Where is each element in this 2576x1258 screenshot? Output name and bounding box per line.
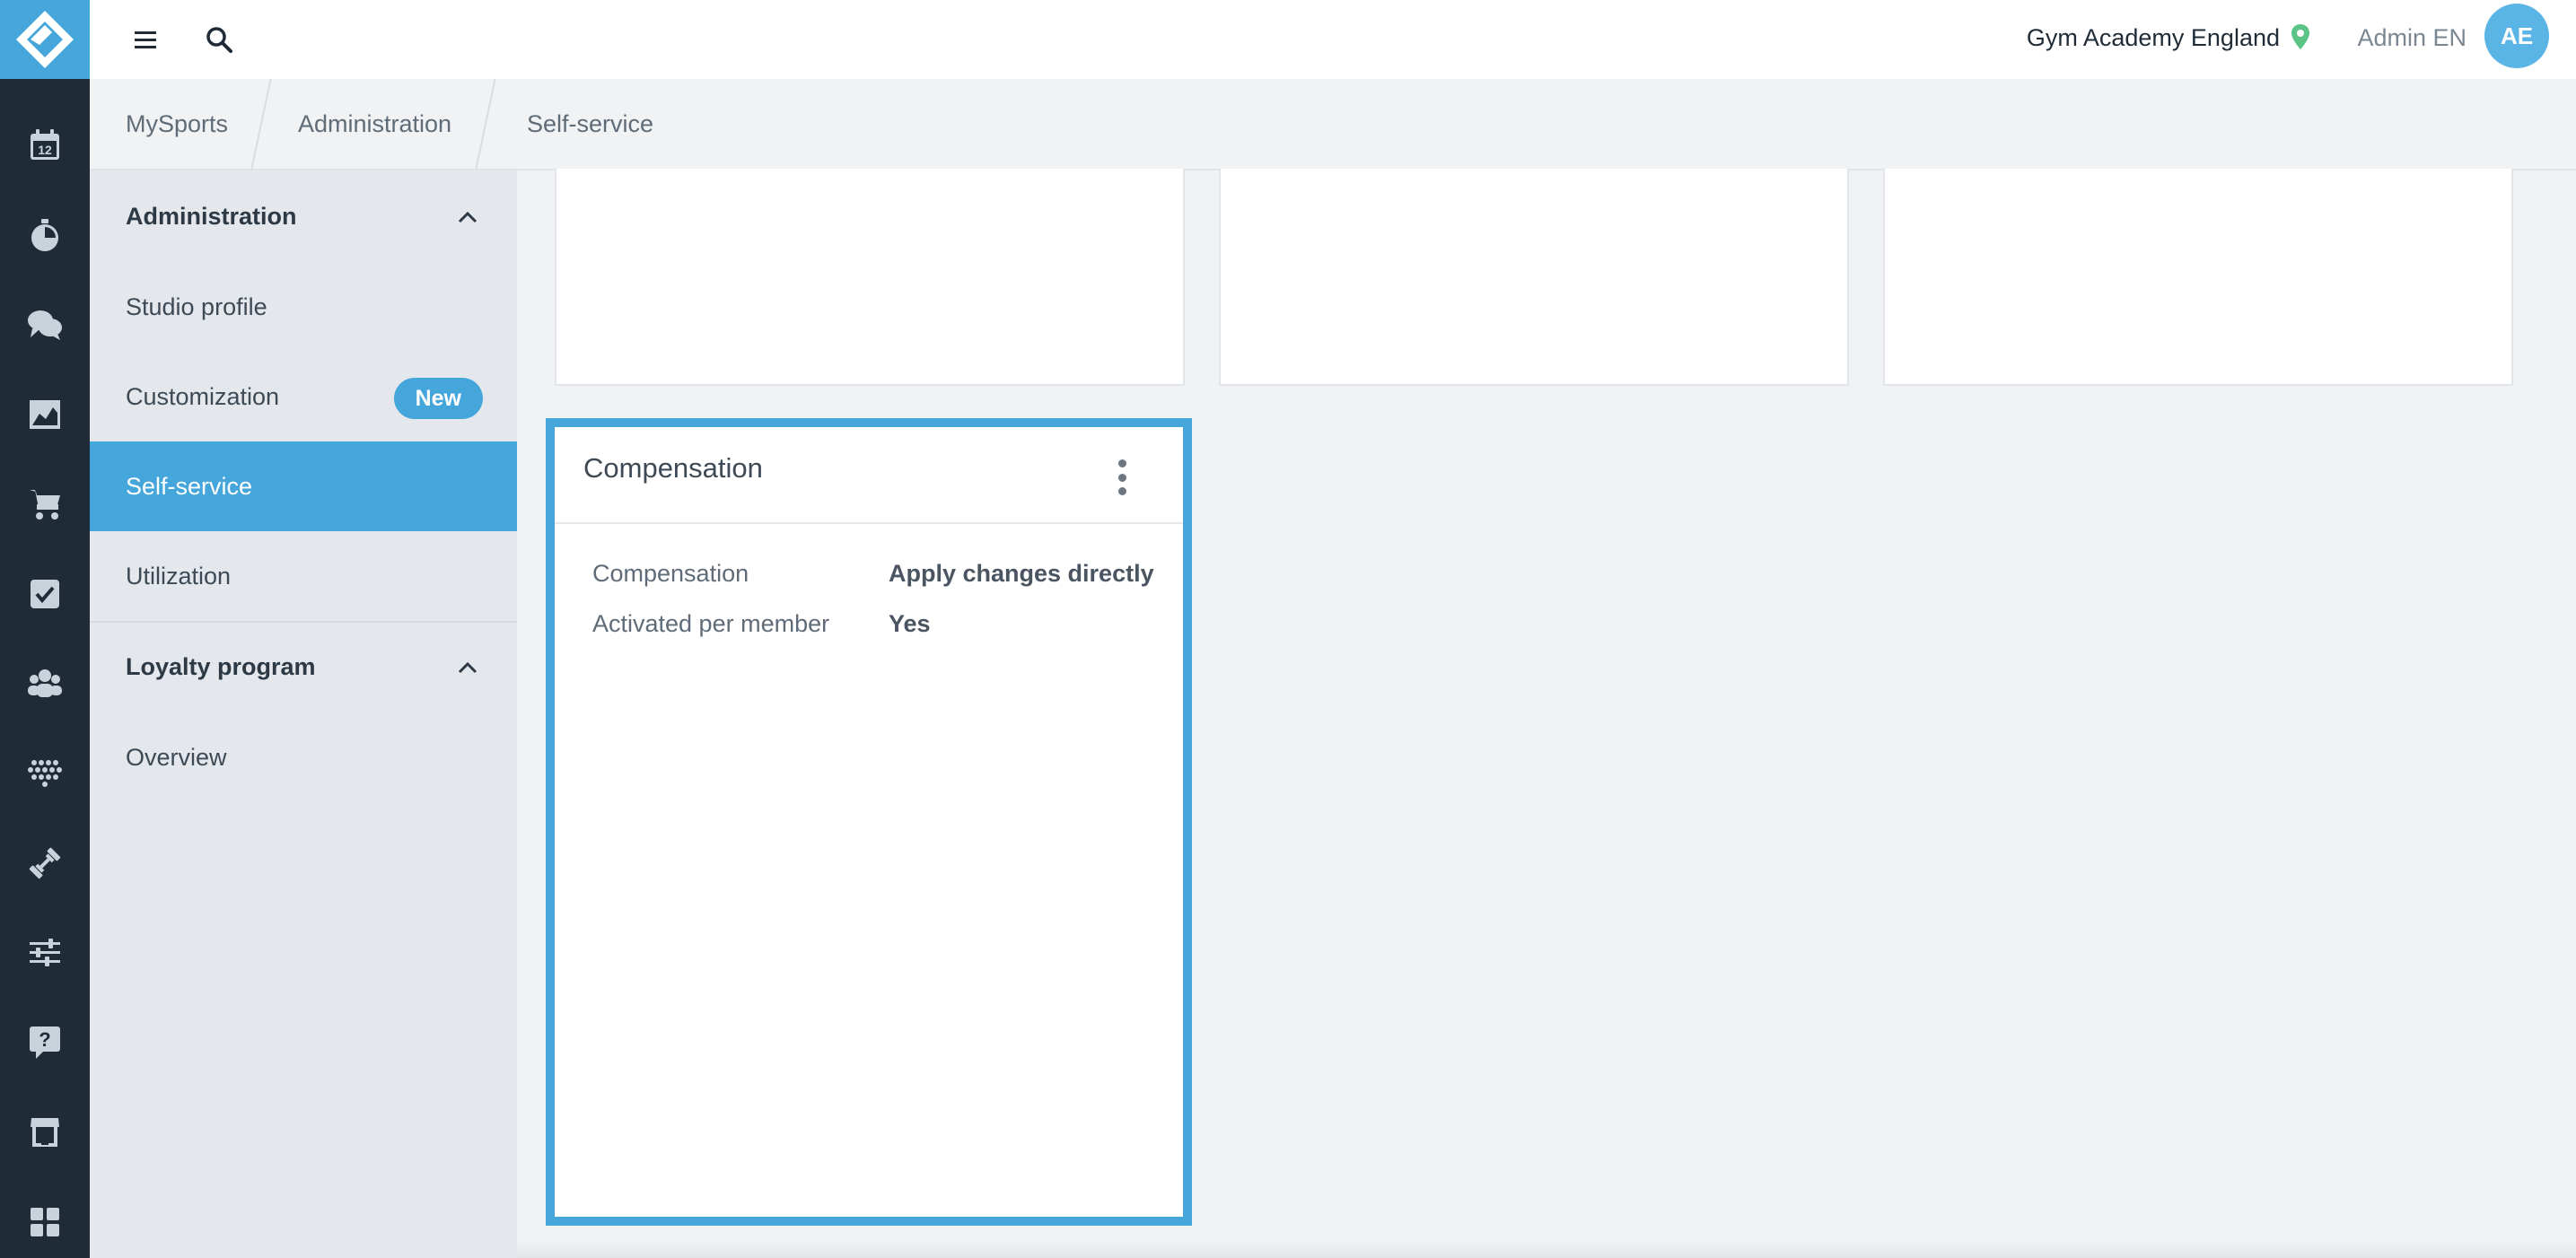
sidebar-item-label: Customization — [126, 383, 280, 410]
sidebar-group-administration[interactable]: Administration — [126, 203, 297, 231]
studio-selector[interactable]: Gym Academy England — [2027, 20, 2280, 56]
compensation-card[interactable]: Compensation Compensation Apply changes … — [546, 418, 1192, 1226]
help-icon[interactable]: ? — [25, 1023, 65, 1062]
card-title: Compensation — [583, 452, 763, 484]
setting-value: Yes — [889, 610, 931, 637]
page-bottom-shadow — [517, 1240, 2576, 1258]
top-bar: Gym Academy England Admin EN AE — [90, 0, 2576, 79]
breadcrumb-mysports[interactable]: MySports — [126, 79, 228, 169]
settings-card[interactable] — [1219, 169, 1849, 386]
hamburger-menu-icon[interactable] — [126, 20, 165, 59]
avatar[interactable]: AE — [2484, 4, 2549, 68]
stopwatch-icon[interactable] — [25, 215, 65, 255]
dashboard-icon[interactable] — [25, 1202, 65, 1242]
card-header: Compensation — [555, 427, 1183, 524]
breadcrumb-separator — [250, 79, 272, 169]
sidebar-item-self-service[interactable]: Self-service — [90, 441, 517, 531]
more-options-icon[interactable] — [1115, 459, 1129, 495]
checkbox-icon[interactable] — [25, 574, 65, 614]
sidebar-item-label: Overview — [126, 744, 227, 771]
calendar-icon[interactable]: 12 — [25, 126, 65, 165]
sidebar-divider — [90, 621, 517, 623]
chat-icon[interactable] — [25, 305, 65, 345]
settings-card[interactable] — [555, 169, 1185, 386]
breadcrumb-administration[interactable]: Administration — [298, 79, 451, 169]
search-icon[interactable] — [199, 20, 239, 59]
dumbbell-icon[interactable] — [25, 843, 65, 883]
cart-icon[interactable] — [25, 485, 65, 524]
chevron-up-icon[interactable] — [454, 655, 481, 682]
sidebar-item-label: Utilization — [126, 563, 232, 590]
sidebar-item-label: Studio profile — [126, 293, 267, 320]
svg-text:?: ? — [39, 1028, 50, 1051]
sidebar-item-studio-profile[interactable]: Studio profile — [90, 262, 517, 352]
calendar-number: 12 — [38, 143, 52, 157]
heartbeat-icon[interactable] — [25, 754, 65, 793]
sidebar-item-utilization[interactable]: Utilization — [90, 531, 517, 621]
settings-card[interactable] — [1883, 169, 2513, 386]
sidebar-item-customization[interactable]: Customization New — [90, 352, 517, 441]
icon-rail: 12 ? — [0, 0, 90, 1258]
setting-label: Activated per member — [592, 610, 830, 637]
members-icon[interactable] — [25, 664, 65, 703]
chevron-up-icon[interactable] — [454, 205, 481, 232]
chart-icon[interactable] — [25, 395, 65, 434]
setting-value: Apply changes directly — [889, 560, 1154, 587]
user-name[interactable]: Admin EN — [2357, 20, 2466, 56]
sidebar-group-loyalty-program[interactable]: Loyalty program — [126, 653, 316, 681]
setting-label: Compensation — [592, 560, 749, 587]
new-badge: New — [393, 378, 483, 419]
breadcrumb-self-service: Self-service — [527, 110, 654, 137]
store-icon[interactable] — [25, 1113, 65, 1152]
breadcrumb-separator — [475, 79, 496, 169]
breadcrumb: MySports Administration Self-service — [90, 79, 2576, 170]
sidebar-item-label: Self-service — [126, 473, 253, 500]
settings-sidebar: Administration Studio profile Customizat… — [90, 170, 517, 1258]
logo-icon[interactable] — [0, 0, 90, 79]
location-pin-icon — [2291, 23, 2310, 55]
sliders-icon[interactable] — [25, 933, 65, 973]
sidebar-item-overview[interactable]: Overview — [90, 712, 517, 802]
